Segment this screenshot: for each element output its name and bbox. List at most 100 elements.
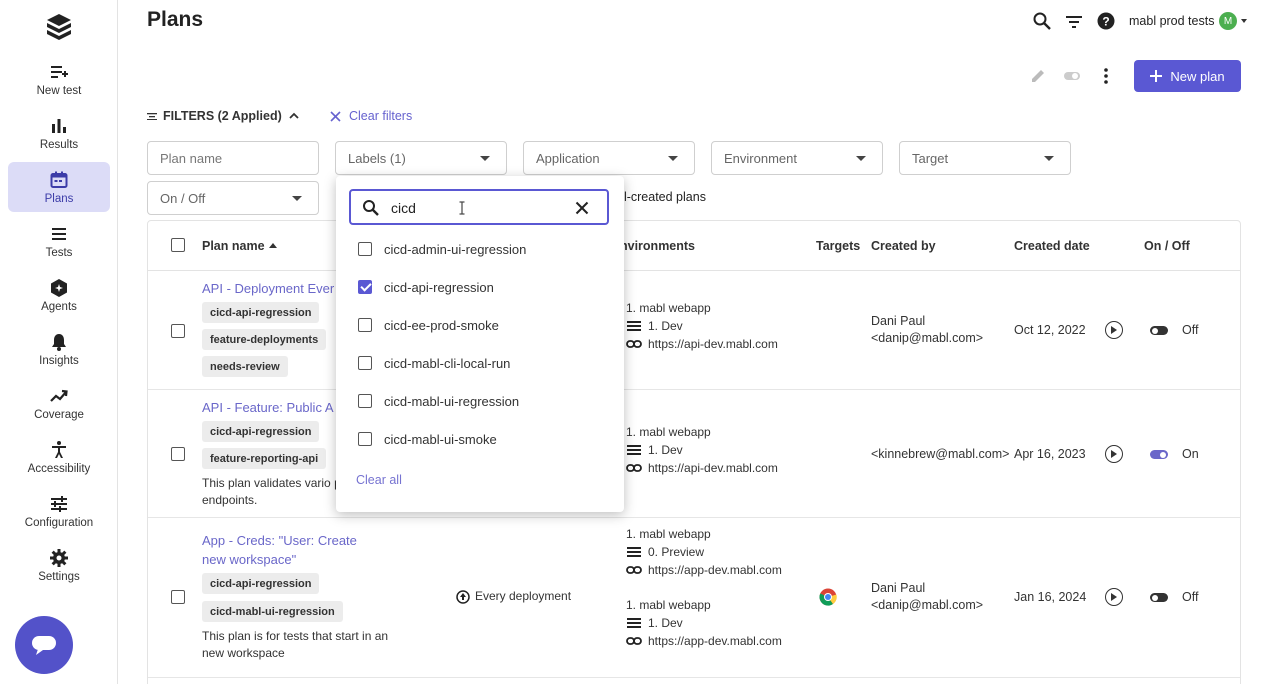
environment-info: 1. mabl webapp 1. Dev https://api-dev.ma…: [626, 423, 778, 477]
run-plan-play-icon[interactable]: [1105, 321, 1123, 339]
filter-icon[interactable]: [1064, 10, 1084, 32]
column-header-plan-name[interactable]: Plan name: [202, 239, 277, 253]
option-checkbox[interactable]: [358, 394, 372, 408]
clear-all-button[interactable]: Clear all: [356, 473, 402, 487]
labels-search-input[interactable]: cicd: [349, 189, 609, 225]
option-checkbox[interactable]: [358, 432, 372, 446]
new-plan-button[interactable]: New plan: [1134, 60, 1241, 92]
dropdown-arrow-icon: [480, 156, 490, 161]
dropdown-arrow-icon: [668, 156, 678, 161]
row-checkbox[interactable]: [171, 324, 185, 338]
sidebar-item-agents[interactable]: Agents: [8, 270, 110, 320]
column-header-targets: Targets: [816, 239, 861, 253]
mabl-logo-icon[interactable]: [44, 12, 74, 42]
table-row[interactable]: API - Feature: Public A cicd-api-regress…: [148, 390, 1240, 518]
sidebar-item-settings[interactable]: Settings: [8, 540, 110, 590]
toggle-icon[interactable]: [1063, 70, 1081, 82]
option-label: cicd-api-regression: [384, 279, 494, 295]
accessibility-icon: [52, 440, 66, 458]
target-select[interactable]: Target: [899, 141, 1071, 175]
sidebar-item-tests[interactable]: Tests: [8, 216, 110, 266]
app-line: 1. mabl webapp: [626, 525, 782, 543]
plan-name-link[interactable]: API - Deployment Ever: [202, 279, 334, 298]
label-option[interactable]: cicd-mabl-ui-smoke: [358, 429, 497, 449]
chrome-icon: [819, 588, 837, 606]
label-option[interactable]: cicd-mabl-ui-regression: [358, 391, 519, 411]
application-select-value: Application: [536, 150, 600, 166]
env-url: https://app-dev.mabl.com: [648, 563, 782, 577]
search-icon[interactable]: [1032, 10, 1052, 32]
plan-name-link[interactable]: API - Feature: Public A: [202, 398, 334, 417]
sidebar-item-insights[interactable]: Insights: [8, 324, 110, 374]
plan-name-link[interactable]: App - Creds: "User: Create new workspace…: [202, 531, 382, 569]
run-plan-play-icon[interactable]: [1105, 445, 1123, 463]
edit-icon[interactable]: [1030, 68, 1046, 84]
sidebar-item-new-test[interactable]: New test: [8, 54, 110, 104]
labels-select[interactable]: Labels (1): [335, 141, 507, 175]
filter-lines-icon: [147, 113, 157, 120]
close-icon[interactable]: [575, 201, 589, 215]
label-chip: needs-review: [202, 356, 288, 377]
plan-toggle[interactable]: [1150, 593, 1168, 602]
select-all-checkbox[interactable]: [171, 238, 185, 252]
option-checkbox[interactable]: [358, 280, 372, 294]
chevron-up-icon: [289, 112, 299, 119]
app-line: 1. mabl webapp: [626, 596, 782, 614]
more-vertical-icon[interactable]: [1100, 67, 1112, 85]
label-option[interactable]: cicd-ee-prod-smoke: [358, 315, 499, 335]
tests-icon: [52, 227, 66, 240]
label-option[interactable]: cicd-admin-ui-regression: [358, 239, 526, 259]
label-chip: cicd-mabl-ui-regression: [202, 601, 343, 622]
option-checkbox[interactable]: [358, 318, 372, 332]
mabl-created-plans-toggle-label[interactable]: bl-created plans: [617, 190, 706, 204]
trigger-info: Every deployment: [456, 588, 571, 605]
app-line: 1. mabl webapp: [626, 423, 778, 441]
env-name: 1. Dev: [648, 616, 683, 630]
sidebar-item-plans[interactable]: Plans: [8, 162, 110, 212]
environment-info: 1. mabl webapp 1. Dev https://api-dev.ma…: [626, 299, 778, 353]
on-off-select[interactable]: On / Off: [147, 181, 319, 215]
plan-toggle[interactable]: [1150, 450, 1168, 459]
row-checkbox[interactable]: [171, 447, 185, 461]
sidebar: New test Results Plans Tests Agents Insi…: [0, 0, 118, 684]
clear-filters-button[interactable]: Clear filters: [330, 109, 412, 123]
plan-name-input[interactable]: Plan name: [147, 141, 319, 175]
sidebar-item-configuration[interactable]: Configuration: [8, 486, 110, 536]
chevron-down-icon[interactable]: [1241, 19, 1247, 23]
environment-select[interactable]: Environment: [711, 141, 883, 175]
sidebar-item-accessibility[interactable]: Accessibility: [8, 432, 110, 482]
avatar[interactable]: M: [1219, 12, 1237, 30]
option-checkbox[interactable]: [358, 356, 372, 370]
agents-icon: [51, 278, 67, 297]
plans-icon: [50, 171, 68, 188]
sidebar-item-coverage[interactable]: Coverage: [8, 378, 110, 428]
sidebar-item-results[interactable]: Results: [8, 108, 110, 158]
created-date: Apr 16, 2023: [1014, 447, 1086, 461]
dropdown-arrow-icon: [292, 196, 302, 201]
sidebar-item-label: Tests: [45, 246, 73, 259]
plan-name-placeholder: Plan name: [160, 150, 223, 166]
sidebar-item-label: Insights: [39, 354, 79, 367]
chat-icon: [32, 636, 56, 655]
table-row[interactable]: App - Creds: "User: Create new workspace…: [148, 518, 1240, 678]
option-checkbox[interactable]: [358, 242, 372, 256]
label-option[interactable]: cicd-api-regression: [358, 277, 494, 297]
plan-toggle[interactable]: [1150, 326, 1168, 335]
env-url: https://api-dev.mabl.com: [648, 461, 778, 475]
created-by: Dani Paul <danip@mabl.com>: [871, 313, 983, 347]
close-icon: [330, 110, 341, 122]
help-icon[interactable]: ?: [1096, 10, 1116, 32]
user-menu-name[interactable]: mabl prod tests: [1129, 14, 1214, 28]
run-plan-play-icon[interactable]: [1105, 588, 1123, 606]
row-checkbox[interactable]: [171, 590, 185, 604]
chat-button[interactable]: [15, 616, 73, 674]
filters-toggle[interactable]: FILTERS (2 Applied): [147, 109, 300, 123]
application-select[interactable]: Application: [523, 141, 695, 175]
table-row[interactable]: API - Deployment Ever cicd-api-regressio…: [148, 271, 1240, 390]
sidebar-item-label: Accessibility: [27, 462, 91, 475]
app-line: 1. mabl webapp: [626, 299, 778, 317]
label-option[interactable]: cicd-mabl-cli-local-run: [358, 353, 510, 373]
trend-icon: [50, 389, 68, 402]
search-value: cicd: [391, 200, 416, 216]
sidebar-item-label: Results: [39, 138, 79, 151]
